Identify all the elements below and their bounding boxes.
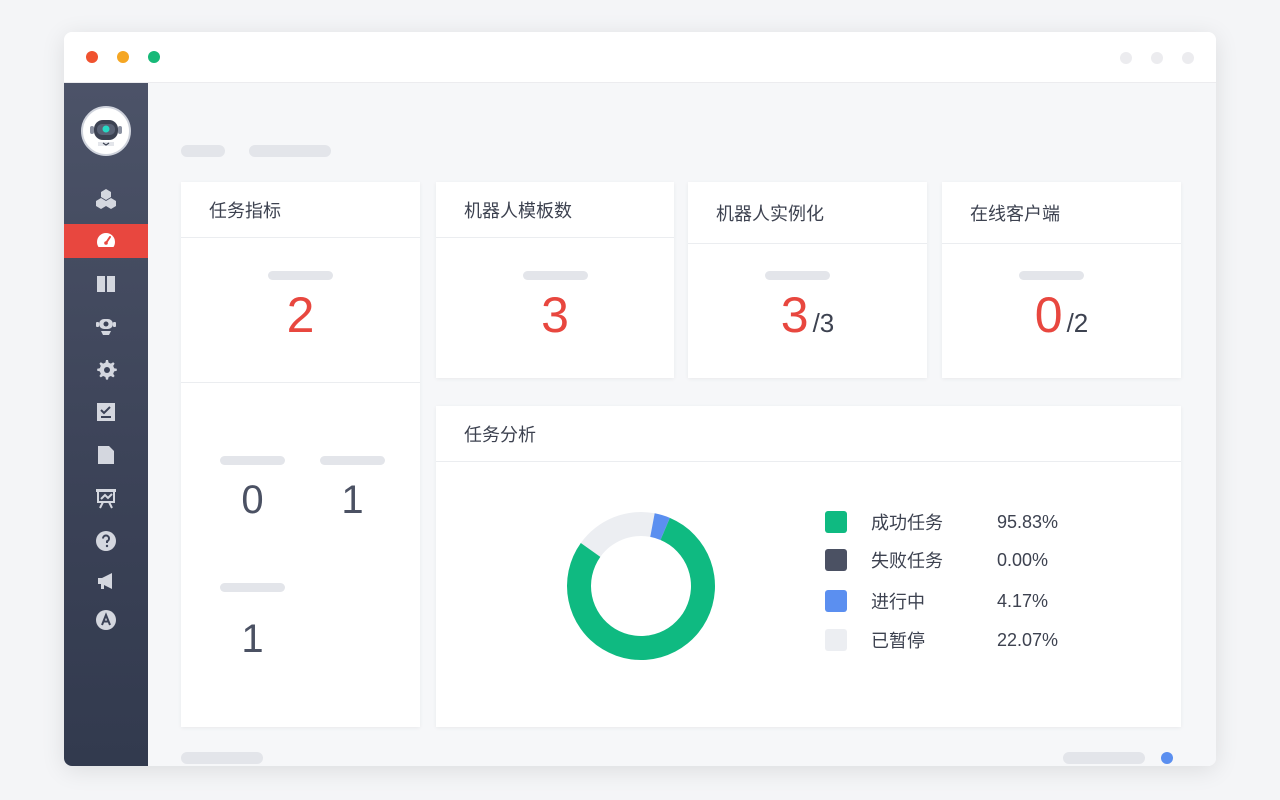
legend-percentage: 95.83% xyxy=(997,511,1059,532)
metric-label-placeholder xyxy=(765,271,830,280)
donut-paused-arc xyxy=(580,512,655,557)
online-clients-card: 在线客户端 0/2 xyxy=(942,182,1181,378)
titlebar-placeholder-dot xyxy=(1151,52,1163,64)
robot-instances-card: 机器人实例化 3/3 xyxy=(688,182,927,378)
main-content: 任务指标 2 0 1 1 机器人模板数 3 机器人实例化 3/3 在线客户端 0… xyxy=(148,83,1216,766)
nav-language[interactable] xyxy=(64,603,148,637)
robot-templates-card: 机器人模板数 3 xyxy=(436,182,674,378)
presentation-chart-icon xyxy=(96,489,116,509)
robot-icon xyxy=(96,319,116,335)
nav-robot[interactable] xyxy=(64,309,148,343)
online-clients-total: /2 xyxy=(1066,308,1089,338)
online-clients-metric: 0/2 xyxy=(942,286,1181,344)
nav-checklist[interactable] xyxy=(64,395,148,429)
nav-cubes[interactable] xyxy=(64,181,148,215)
megaphone-icon xyxy=(98,573,112,589)
title-bar xyxy=(64,32,1216,83)
task-metrics-title: 任务指标 xyxy=(181,182,420,238)
legend-percentage: 0.00% xyxy=(997,549,1049,570)
legend-row-in-progress: 进行中 4.17% xyxy=(825,590,1048,613)
legend-label: 已暂停 xyxy=(871,631,925,652)
nav-dashboard[interactable] xyxy=(64,224,148,258)
metric-label-placeholder xyxy=(523,271,588,280)
titlebar-placeholder-dot xyxy=(1182,52,1194,64)
minimize-window-button[interactable] xyxy=(117,51,129,63)
language-icon xyxy=(96,610,116,630)
breadcrumb-placeholder xyxy=(181,145,225,157)
nav-settings[interactable] xyxy=(64,352,148,386)
document-icon xyxy=(98,446,114,464)
task-analysis-title: 任务分析 xyxy=(436,406,1181,462)
legend-percentage: 4.17% xyxy=(997,590,1049,611)
help-icon xyxy=(96,531,116,551)
nav-help[interactable] xyxy=(64,524,148,558)
metric-label-placeholder xyxy=(1019,271,1084,280)
footer-placeholder xyxy=(1063,752,1145,764)
in-progress-swatch xyxy=(825,590,847,612)
failed-swatch xyxy=(825,549,847,571)
robot-instances-title: 机器人实例化 xyxy=(688,182,927,244)
nav-presentation[interactable] xyxy=(64,481,148,515)
nav-book[interactable] xyxy=(64,267,148,301)
dashboard-gauge-icon xyxy=(97,233,115,251)
legend-label: 失败任务 xyxy=(871,551,943,572)
success-swatch xyxy=(825,511,847,533)
online-clients-title: 在线客户端 xyxy=(942,182,1181,244)
breadcrumb-placeholder xyxy=(249,145,331,157)
checklist-icon xyxy=(97,403,115,421)
app-window: 任务指标 2 0 1 1 机器人模板数 3 机器人实例化 3/3 在线客户端 0… xyxy=(64,32,1216,766)
legend-row-paused: 已暂停 22.07% xyxy=(825,629,1058,652)
task-total-value: 2 xyxy=(286,287,315,343)
legend-label: 成功任务 xyxy=(871,513,943,534)
metric-label-placeholder xyxy=(220,583,285,592)
sidebar-nav xyxy=(64,83,148,766)
titlebar-placeholder-dot xyxy=(1120,52,1132,64)
book-icon xyxy=(97,276,115,292)
sub-metric-b-value: 1 xyxy=(341,478,364,522)
legend-row-success: 成功任务 95.83% xyxy=(825,511,1058,534)
sub-metric-c-value: 1 xyxy=(241,617,264,661)
gear-icon xyxy=(97,360,117,380)
nav-document[interactable] xyxy=(64,438,148,472)
paused-swatch xyxy=(825,629,847,651)
card-divider xyxy=(181,382,420,383)
robot-instances-value: 3 xyxy=(780,287,809,343)
legend-label: 进行中 xyxy=(871,592,925,613)
metric-label-placeholder xyxy=(220,456,285,465)
task-donut-chart xyxy=(567,512,715,660)
robot-instances-total: /3 xyxy=(812,308,835,338)
metric-label-placeholder xyxy=(268,271,333,280)
nav-announcements[interactable] xyxy=(64,564,148,598)
robot-templates-title: 机器人模板数 xyxy=(436,182,674,238)
legend-row-failed: 失败任务 0.00% xyxy=(825,549,1048,572)
task-metrics-card: 任务指标 2 0 1 1 xyxy=(181,182,420,727)
robot-avatar-icon xyxy=(90,120,122,146)
maximize-window-button[interactable] xyxy=(148,51,160,63)
cubes-icon xyxy=(96,189,116,209)
sub-metric-a-value: 0 xyxy=(241,478,264,522)
task-analysis-card: 任务分析 成功任务 95.83% 失败任务 0.00% 进行中 4.17% 已暂… xyxy=(436,406,1181,727)
metric-label-placeholder xyxy=(320,456,385,465)
online-clients-value: 0 xyxy=(1034,287,1063,343)
robot-templates-value: 3 xyxy=(541,287,569,343)
robot-avatar[interactable] xyxy=(81,106,131,156)
status-dot[interactable] xyxy=(1161,752,1173,764)
robot-instances-metric: 3/3 xyxy=(688,286,927,344)
legend-percentage: 22.07% xyxy=(997,629,1059,650)
footer-placeholder xyxy=(181,752,263,764)
close-window-button[interactable] xyxy=(86,51,98,63)
